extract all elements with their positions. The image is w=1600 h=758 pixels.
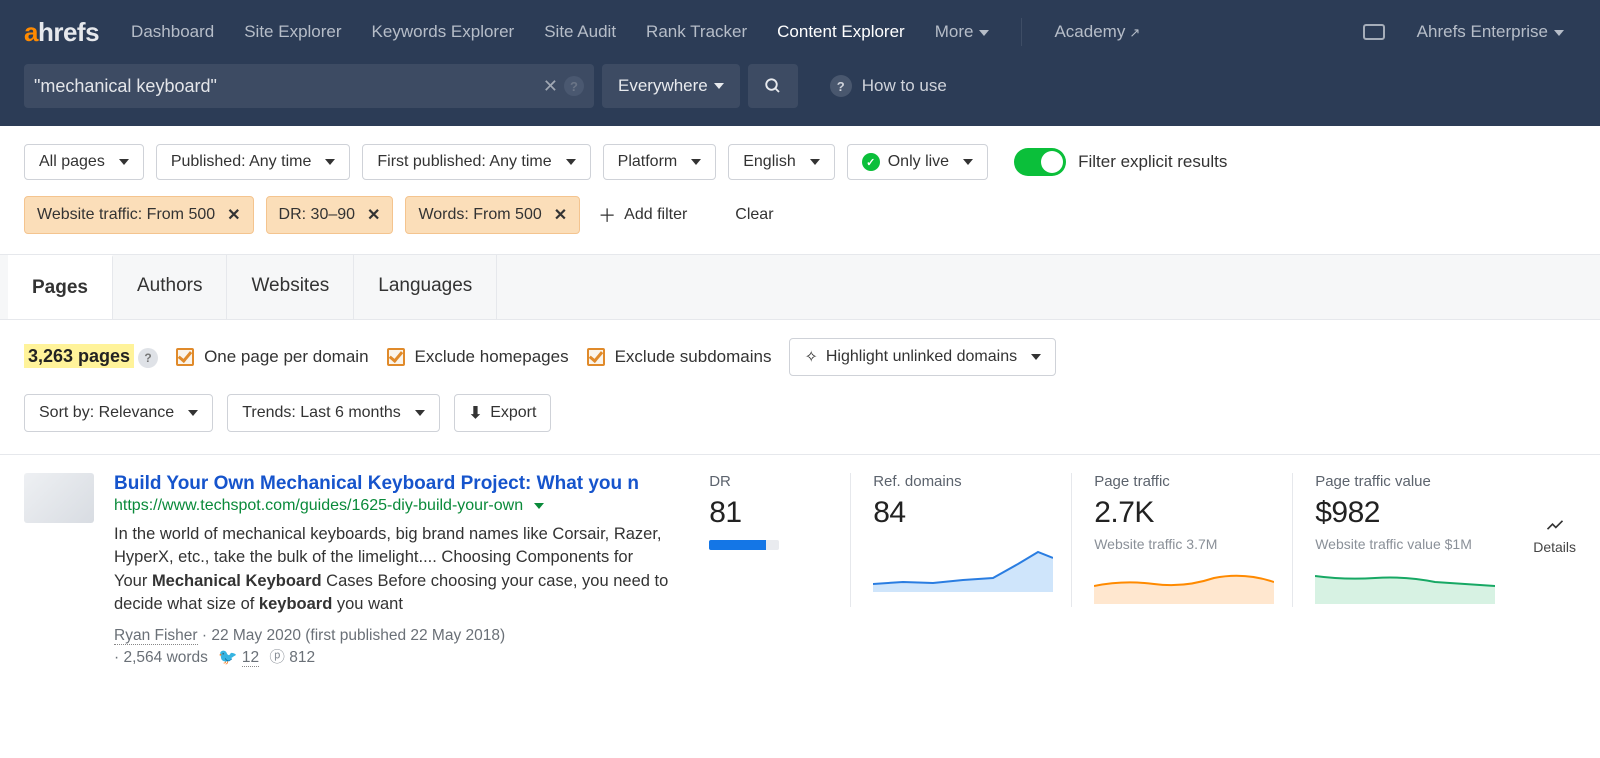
help-icon[interactable]: ? (138, 348, 158, 368)
search-input[interactable] (34, 76, 537, 97)
check-icon (387, 348, 405, 366)
search-button[interactable] (748, 64, 798, 108)
filter-all-pages[interactable]: All pages (24, 144, 144, 180)
filter-only-live[interactable]: ✓Only live (847, 144, 988, 180)
chevron-down-icon (188, 410, 198, 416)
nav-keywords-explorer[interactable]: Keywords Explorer (360, 14, 527, 50)
filter-row-1: All pages Published: Any time First publ… (0, 126, 1600, 180)
metric-page-traffic: Page traffic 2.7K Website traffic 3.7M (1071, 473, 1292, 607)
external-link-icon: ↗ (1129, 25, 1140, 41)
tab-authors[interactable]: Authors (113, 255, 227, 319)
nav-content-explorer[interactable]: Content Explorer (765, 14, 917, 50)
results-controls-2: Sort by: Relevance Trends: Last 6 months… (0, 376, 1600, 454)
active-filter-words[interactable]: Words: From 500✕ (405, 196, 580, 234)
sparkle-icon: ✧ (804, 347, 817, 367)
remove-filter-icon[interactable]: ✕ (554, 205, 567, 225)
how-to-use-link[interactable]: ? How to use (830, 75, 947, 97)
help-icon: ? (830, 75, 852, 97)
nav-academy[interactable]: Academy↗ (1042, 14, 1152, 50)
metric-dr: DR 81 (690, 473, 850, 607)
chevron-down-icon (714, 83, 724, 89)
result-url[interactable]: https://www.techspot.com/guides/1625-diy… (114, 497, 670, 515)
export-button[interactable]: ⬇Export (454, 394, 552, 432)
results-controls: 3,263 pages? One page per domain Exclude… (0, 320, 1600, 376)
result-date: 22 May 2020 (first published 22 May 2018… (211, 627, 505, 644)
active-filter-website-traffic[interactable]: Website traffic: From 500✕ (24, 196, 254, 234)
metric-page-traffic-value: Page traffic value $982 Website traffic … (1292, 473, 1513, 607)
chevron-down-icon (1554, 30, 1564, 36)
result-snippet: In the world of mechanical keyboards, bi… (114, 523, 670, 617)
checkbox-exclude-subdomains[interactable]: Exclude subdomains (587, 347, 772, 367)
check-icon (587, 348, 605, 366)
remove-filter-icon[interactable]: ✕ (367, 205, 380, 225)
tab-websites[interactable]: Websites (227, 255, 354, 319)
pinterest-icon: ⓟ (269, 649, 285, 666)
nav-site-audit[interactable]: Site Audit (532, 14, 628, 50)
filter-platform[interactable]: Platform (603, 144, 717, 180)
result-title-link[interactable]: Build Your Own Mechanical Keyboard Proje… (114, 473, 670, 495)
chevron-down-icon (963, 159, 973, 165)
trend-icon (1545, 515, 1565, 535)
check-icon (176, 348, 194, 366)
chevron-down-icon (566, 159, 576, 165)
result-row: Build Your Own Mechanical Keyboard Proje… (0, 454, 1600, 685)
page-traffic-value-sparkline (1315, 556, 1495, 604)
chevron-down-icon (691, 159, 701, 165)
results-tabs: Pages Authors Websites Languages (0, 254, 1600, 320)
result-count: 3,263 pages (24, 344, 134, 368)
clear-filters-button[interactable]: Clear (729, 198, 779, 232)
result-wordcount: 2,564 words (123, 649, 207, 666)
remove-filter-icon[interactable]: ✕ (227, 205, 240, 225)
chevron-down-icon (979, 30, 989, 36)
filter-published[interactable]: Published: Any time (156, 144, 351, 180)
details-button[interactable]: Details (1533, 473, 1576, 555)
check-circle-icon: ✓ (862, 153, 880, 171)
filter-first-published[interactable]: First published: Any time (362, 144, 590, 180)
twitter-count[interactable]: 12 (242, 649, 259, 667)
nav-dashboard[interactable]: Dashboard (119, 14, 226, 50)
metric-ref-domains: Ref. domains 84 (850, 473, 1071, 607)
sort-by-dropdown[interactable]: Sort by: Relevance (24, 394, 213, 432)
chevron-down-icon (1031, 354, 1041, 360)
device-icon[interactable] (1363, 24, 1385, 40)
page-traffic-sparkline (1094, 556, 1274, 604)
brand-logo[interactable]: ahrefs (24, 17, 99, 48)
result-thumbnail (24, 473, 94, 523)
search-icon (764, 77, 782, 95)
clear-search-icon[interactable]: ✕ (537, 76, 564, 97)
result-meta: Ryan Fisher · 22 May 2020 (first publish… (114, 627, 670, 667)
tab-languages[interactable]: Languages (354, 255, 497, 319)
chevron-down-icon (325, 159, 335, 165)
tab-pages[interactable]: Pages (8, 255, 113, 319)
plus-icon: ＋ (598, 202, 616, 228)
twitter-icon: 🐦 (218, 649, 237, 666)
checkbox-one-per-domain[interactable]: One page per domain (176, 347, 368, 367)
nav-site-explorer[interactable]: Site Explorer (232, 14, 353, 50)
download-icon: ⬇ (469, 403, 482, 423)
nav-more[interactable]: More (923, 14, 1002, 50)
result-author[interactable]: Ryan Fisher (114, 627, 198, 645)
chevron-down-icon (415, 410, 425, 416)
filter-row-active: Website traffic: From 500✕ DR: 30–90✕ Wo… (0, 180, 1600, 236)
trends-dropdown[interactable]: Trends: Last 6 months (227, 394, 440, 432)
account-menu[interactable]: Ahrefs Enterprise (1405, 14, 1576, 50)
highlight-unlinked-dropdown[interactable]: ✧Highlight unlinked domains (789, 338, 1056, 376)
help-icon[interactable]: ? (564, 76, 584, 96)
nav-rank-tracker[interactable]: Rank Tracker (634, 14, 759, 50)
pinterest-count: 812 (289, 649, 315, 666)
dr-bar (709, 540, 779, 550)
checkbox-exclude-homepages[interactable]: Exclude homepages (387, 347, 569, 367)
chevron-down-icon (119, 159, 129, 165)
chevron-down-icon[interactable] (534, 503, 544, 509)
filter-language[interactable]: English (728, 144, 834, 180)
explicit-results-label: Filter explicit results (1078, 152, 1227, 172)
explicit-results-toggle[interactable] (1014, 148, 1066, 176)
chevron-down-icon (810, 159, 820, 165)
search-input-container: ✕ ? (24, 64, 594, 108)
add-filter-button[interactable]: ＋Add filter (592, 194, 693, 236)
active-filter-dr[interactable]: DR: 30–90✕ (266, 196, 394, 234)
search-scope-dropdown[interactable]: Everywhere (602, 64, 740, 108)
ref-domains-sparkline (873, 544, 1053, 592)
divider (1021, 18, 1022, 46)
